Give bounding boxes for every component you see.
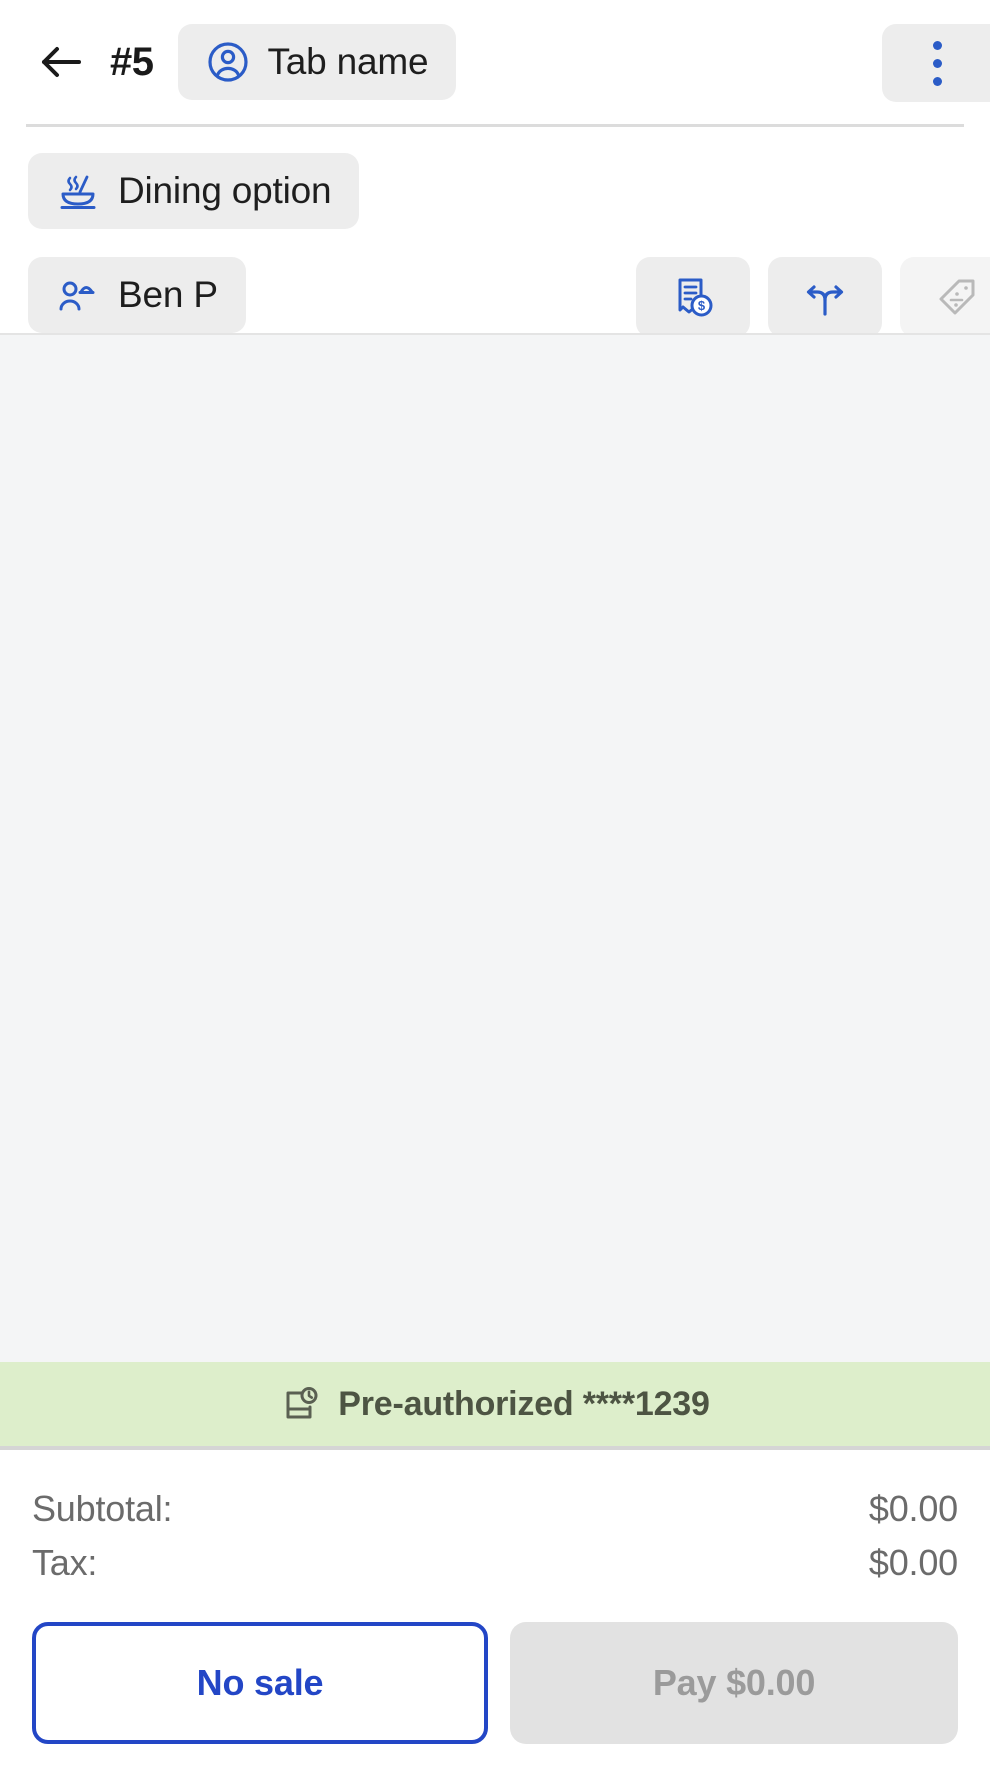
receipt-dollar-button[interactable]: $ (636, 257, 750, 337)
subtotal-label: Subtotal: (32, 1488, 173, 1529)
dining-option-row: Dining option (0, 153, 990, 229)
preauthorized-banner[interactable]: Pre-authorized ****1239 (0, 1362, 990, 1450)
more-vertical-icon (932, 40, 942, 86)
account-circle-icon (206, 40, 250, 84)
split-order-button[interactable] (768, 257, 882, 337)
no-sale-button[interactable]: No sale (32, 1622, 488, 1744)
discount-button (900, 257, 990, 337)
svg-text:$: $ (698, 298, 706, 313)
more-options-button[interactable] (882, 24, 990, 102)
dining-option-label: Dining option (118, 170, 332, 211)
subtotal-row: Subtotal: $0.00 (32, 1488, 958, 1530)
pos-order-screen: #5 Tab name Dining option Ben P $ Pre-au… (0, 0, 990, 1788)
footer-actions: No sale Pay $0.00 (0, 1596, 990, 1788)
server-chip[interactable]: Ben P (28, 257, 246, 333)
tax-label: Tax: (32, 1542, 98, 1583)
tax-value: $0.00 (868, 1542, 958, 1583)
tab-name-chip[interactable]: Tab name (177, 24, 457, 100)
tax-row: Tax: $0.00 (32, 1542, 958, 1584)
order-meta-area: Dining option Ben P $ (0, 127, 990, 337)
dining-option-chip[interactable]: Dining option (28, 153, 360, 229)
server-row: Ben P $ (0, 257, 990, 337)
room-service-person-icon (56, 273, 100, 317)
preauthorized-text: Pre-authorized ****1239 (338, 1384, 710, 1423)
tab-name-label: Tab name (267, 41, 429, 82)
totals-section: Subtotal: $0.00 Tax: $0.00 (0, 1450, 990, 1596)
subtotal-value: $0.00 (868, 1488, 958, 1529)
server-label: Ben P (118, 274, 218, 315)
back-arrow-icon[interactable] (34, 35, 88, 89)
card-clock-icon (280, 1383, 322, 1425)
cart-items-area[interactable] (0, 333, 990, 1362)
dining-bowl-icon (56, 169, 100, 213)
order-action-buttons: $ (636, 257, 990, 337)
header-bar: #5 Tab name (0, 0, 990, 124)
order-number: #5 (110, 39, 154, 84)
pay-button: Pay $0.00 (510, 1622, 958, 1744)
